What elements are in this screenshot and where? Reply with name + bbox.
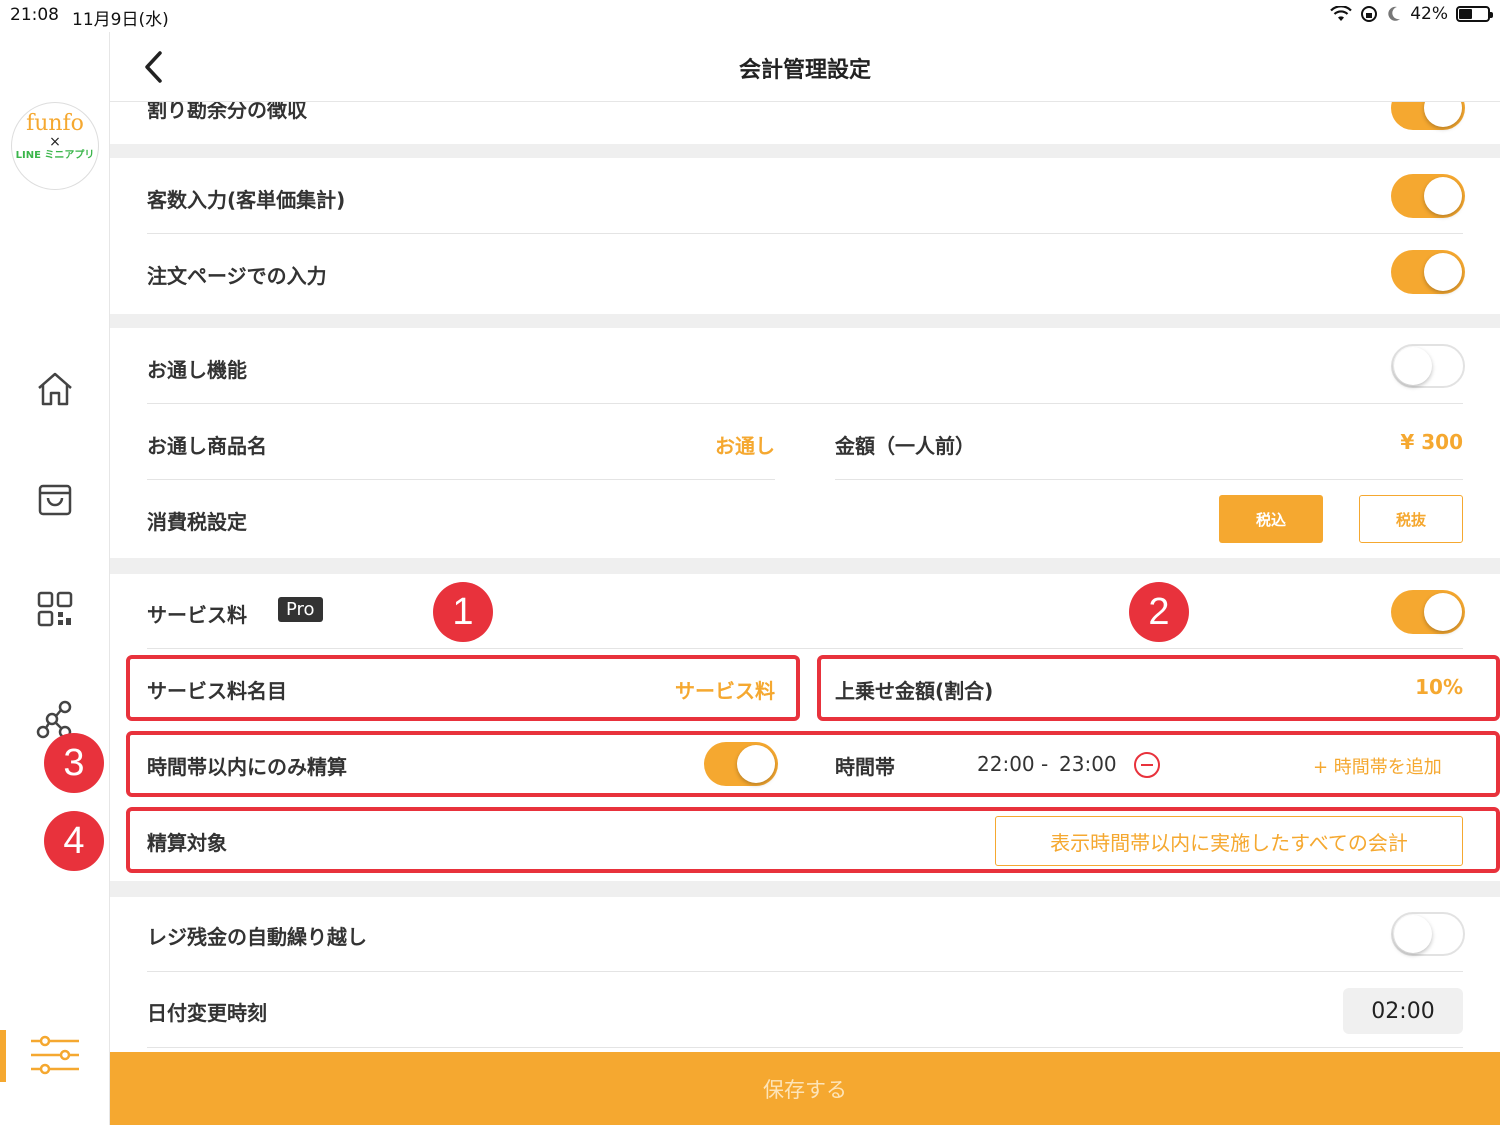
logo-cross: × — [49, 134, 61, 150]
divider — [147, 971, 1463, 972]
label-guest-count: 客数入力(客単価集計) — [147, 188, 346, 212]
status-date: 11月9日(水) — [72, 10, 169, 30]
rotation-lock-icon — [1361, 6, 1378, 22]
annotation-badge-4: 4 — [44, 811, 104, 871]
toggle-guest-count[interactable] — [1391, 174, 1465, 218]
label-date-change: 日付変更時刻 — [147, 1001, 267, 1025]
page-header: 会計管理設定 — [110, 32, 1500, 102]
settings-content[interactable]: 割り勘余分の徴収 客数入力(客単価集計) 注文ページでの入力 お通し機能 お通し… — [110, 102, 1500, 1052]
logo-funfo: funfo — [26, 111, 84, 136]
section-gap — [110, 558, 1500, 574]
label-amount: 金額（一人前） — [835, 434, 975, 458]
annotation-badge-1: 1 — [433, 582, 493, 642]
toggle-service-fee[interactable] — [1391, 590, 1465, 634]
annotation-box-time — [126, 731, 1500, 797]
divider — [147, 403, 1463, 404]
toggle-order-page-input[interactable] — [1391, 250, 1465, 294]
moon-icon — [1388, 6, 1401, 21]
divider — [147, 1047, 1463, 1048]
status-time: 21:08 — [10, 5, 59, 25]
label-tax: 消費税設定 — [147, 510, 247, 534]
annotation-box-surcharge — [817, 655, 1500, 721]
annotation-box-service-name — [126, 655, 800, 721]
amount-value[interactable]: ¥ 300 — [1260, 430, 1463, 454]
label-register-carryover: レジ残金の自動繰り越し — [147, 925, 367, 949]
tax-excluded-button[interactable]: 税抜 — [1359, 495, 1463, 543]
nav-home[interactable] — [32, 366, 78, 412]
label-partial-top: 割り勘余分の徴収 — [147, 102, 307, 122]
home-icon — [38, 372, 72, 406]
pro-badge: Pro — [278, 597, 323, 622]
shopping-bag-icon — [38, 484, 72, 516]
annotation-box-target — [126, 807, 1500, 873]
battery-percent: 42% — [1410, 4, 1448, 24]
toggle-otoshi-feature[interactable] — [1391, 344, 1465, 388]
toggle-partial-top[interactable] — [1391, 102, 1465, 130]
status-bar: 21:08 11月9日(水) 42% — [0, 0, 1500, 32]
annotation-badge-2: 2 — [1129, 582, 1189, 642]
sidebar: funfo × LINE ミニアプリ — [0, 32, 110, 1125]
divider — [147, 479, 775, 480]
settings-sliders-icon — [31, 1035, 79, 1075]
divider — [147, 648, 1463, 649]
section-gap — [110, 314, 1500, 328]
battery-icon — [1456, 6, 1493, 22]
label-order-page-input: 注文ページでの入力 — [147, 264, 327, 288]
status-right: 42% — [1330, 4, 1493, 24]
section-gap — [110, 881, 1500, 897]
nav-shop[interactable] — [32, 476, 78, 522]
nav-settings[interactable] — [28, 1032, 82, 1078]
save-button[interactable]: 保存する — [110, 1052, 1500, 1125]
divider — [835, 479, 1463, 480]
page-title: 会計管理設定 — [738, 58, 871, 83]
label-otoshi-name: お通し商品名 — [147, 434, 267, 458]
annotation-badge-3: 3 — [44, 733, 104, 793]
section-gap — [110, 144, 1500, 158]
logo-line-mini-app: LINE ミニアプリ — [15, 150, 95, 161]
nav-active-indicator — [0, 1030, 6, 1082]
otoshi-name-value[interactable]: お通し — [610, 430, 775, 459]
divider — [147, 233, 1463, 234]
date-change-time[interactable]: 02:00 — [1343, 988, 1463, 1034]
label-service-fee: サービス料 — [147, 603, 247, 627]
label-otoshi-feature: お通し機能 — [147, 358, 247, 382]
wifi-icon — [1330, 6, 1352, 21]
tax-included-button[interactable]: 税込 — [1219, 495, 1323, 543]
qr-code-icon — [37, 591, 73, 627]
app-logo: funfo × LINE ミニアプリ — [11, 102, 99, 190]
toggle-register-carryover[interactable] — [1391, 912, 1465, 956]
nav-qr[interactable] — [32, 586, 78, 632]
